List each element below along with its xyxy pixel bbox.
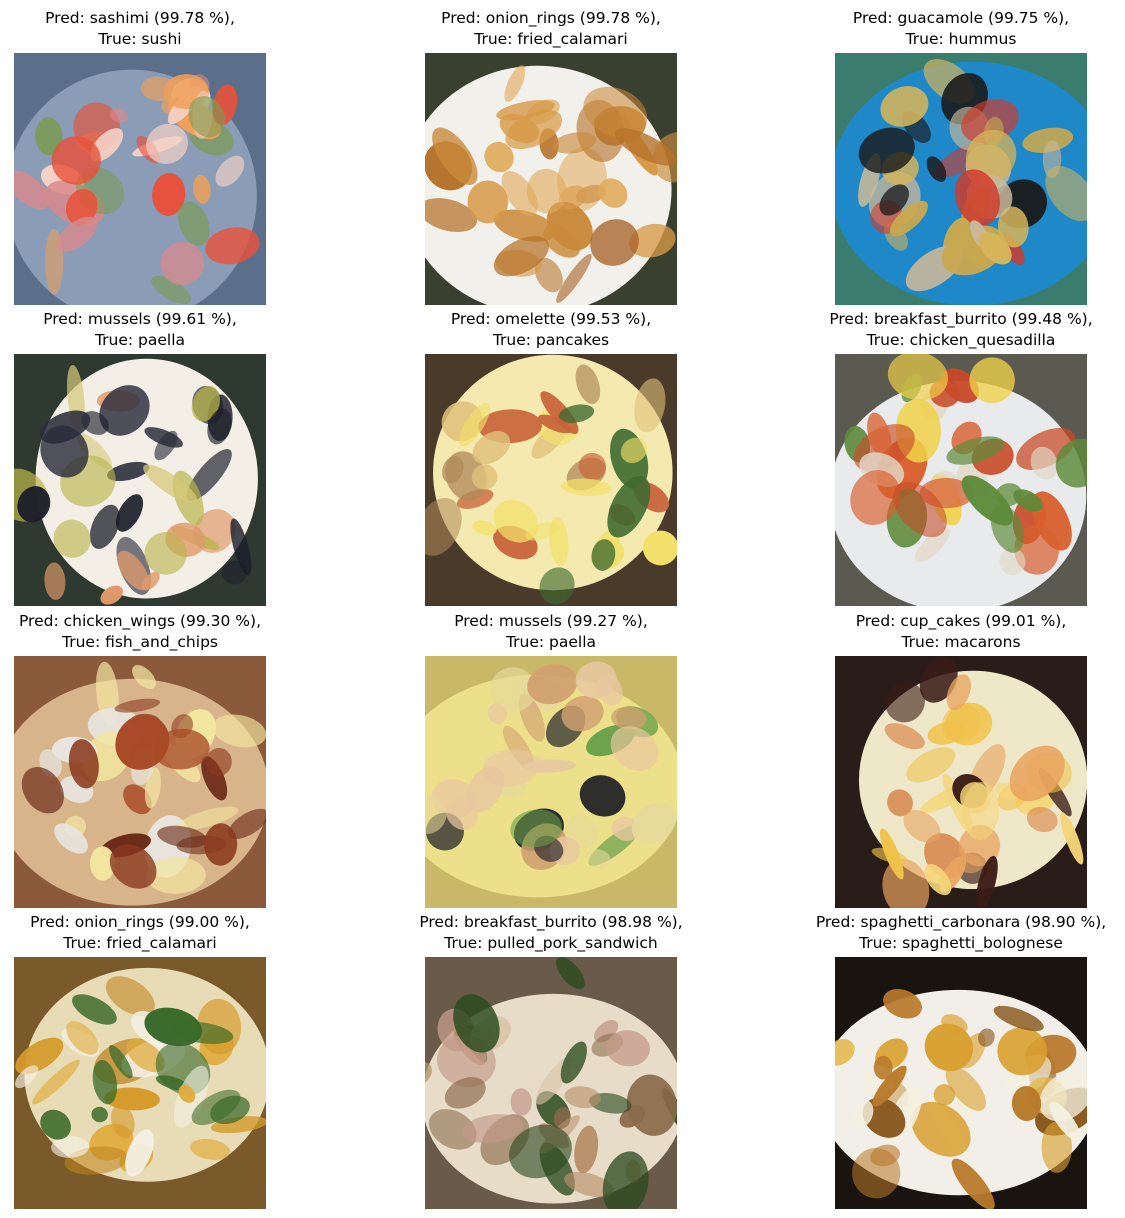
panel-title: Pred: breakfast_burrito (99.48 %), True: … (725, 309, 1125, 351)
pancakes-photo (425, 354, 677, 606)
panel-title: Pred: mussels (99.27 %), True: paella (315, 611, 787, 653)
spaghetti-bolognese-photo (835, 957, 1087, 1209)
panel-title: Pred: cup_cakes (99.01 %), True: macarons (725, 611, 1125, 653)
food-photo-image (14, 354, 266, 606)
fried-calamari-photo-2 (14, 957, 266, 1209)
food-photo-image (835, 53, 1087, 305)
food-photo-image (14, 53, 266, 305)
panel-title: Pred: breakfast_burrito (98.98 %), True: … (315, 912, 787, 954)
predicted-label: Pred: spaghetti_carbonara (98.90 %), (815, 913, 1107, 931)
macarons-photo (835, 656, 1087, 908)
food-photo-image (425, 354, 677, 606)
fried-calamari-photo (425, 53, 677, 305)
true-label: True: spaghetti_bolognese (859, 934, 1063, 952)
true-label: True: pulled_pork_sandwich (444, 934, 658, 952)
predicted-label: Pred: omelette (99.53 %), (450, 310, 652, 328)
true-label: True: chicken_quesadilla (866, 331, 1056, 349)
pulled-pork-sandwich-photo (425, 957, 677, 1209)
fish-and-chips-photo (14, 656, 266, 908)
prediction-grid: Pred: sashimi (99.78 %), True: sushi Pred:… (0, 0, 1125, 1218)
food-photo-image (425, 53, 677, 305)
food-photo-image (425, 656, 677, 908)
true-label: True: paella (505, 633, 597, 651)
paella-mussels-photo (425, 656, 677, 908)
true-label: True: macarons (901, 633, 1021, 651)
panel-title: Pred: spaghetti_carbonara (98.90 %), True… (725, 912, 1125, 954)
food-photo-image (835, 656, 1087, 908)
panel-title: Pred: guacamole (99.75 %), True: hummus (725, 8, 1125, 50)
predicted-label: Pred: guacamole (99.75 %), (852, 9, 1070, 27)
predicted-label: Pred: onion_rings (99.78 %), (441, 9, 661, 27)
true-label: True: pancakes (492, 331, 610, 349)
predicted-label: Pred: cup_cakes (99.01 %), (855, 612, 1067, 630)
chicken-quesadilla-photo (835, 354, 1087, 606)
sushi-photo (14, 53, 266, 305)
food-photo-image (14, 656, 266, 908)
food-photo-image (14, 957, 266, 1209)
true-label: True: hummus (905, 30, 1017, 48)
paella-photo (14, 354, 266, 606)
predicted-label: Pred: breakfast_burrito (99.48 %), (829, 310, 1093, 328)
hummus-photo (835, 53, 1087, 305)
panel-title: Pred: omelette (99.53 %), True: pancakes (315, 309, 787, 351)
panel-title: Pred: onion_rings (99.78 %), True: fried_… (315, 8, 787, 50)
food-photo-image (835, 354, 1087, 606)
predicted-label: Pred: breakfast_burrito (98.98 %), (419, 913, 683, 931)
true-label: True: fried_calamari (474, 30, 628, 48)
predicted-label: Pred: mussels (99.27 %), (454, 612, 648, 630)
food-photo-image (835, 957, 1087, 1209)
food-photo-image (425, 957, 677, 1209)
